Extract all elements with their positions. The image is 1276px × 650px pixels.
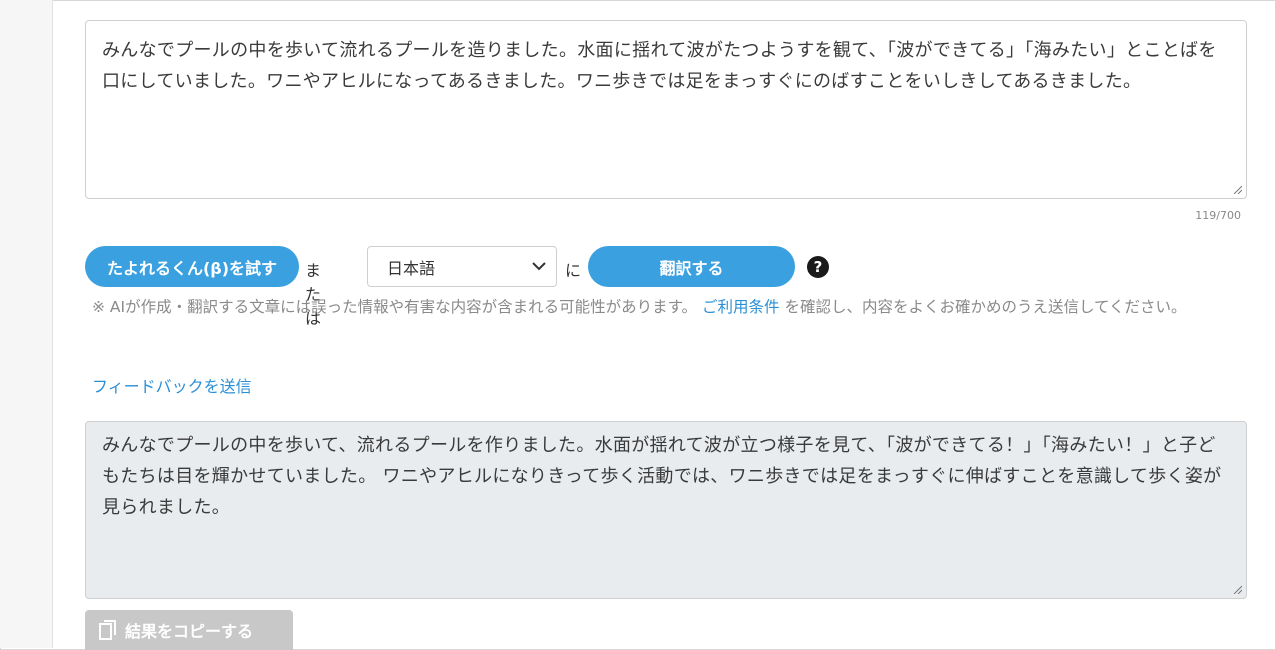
source-text: みんなでプールの中を歩いて流れるプールを造りました。水面に揺れて波がたつようすを… <box>102 40 1217 92</box>
terms-link[interactable]: ご利用条件 <box>702 298 780 316</box>
help-icon[interactable]: ? <box>807 256 829 278</box>
ni-label: に <box>565 261 582 280</box>
result-textarea[interactable]: みんなでプールの中を歩いて、流れるプールを作りました。水面が揺れて波が立つ様子を… <box>85 421 1247 599</box>
try-ai-button[interactable]: たよれるくん(β)を試す <box>85 246 299 287</box>
left-gutter <box>0 0 53 648</box>
copy-icon <box>99 620 116 640</box>
disclaimer-before: ※ AIが作成・翻訳する文章には誤った情報や有害な内容が含まれる可能性があります… <box>92 298 698 316</box>
ai-disclaimer: ※ AIが作成・翻訳する文章には誤った情報や有害な内容が含まれる可能性があります… <box>92 294 1242 321</box>
chevron-down-icon <box>532 262 546 271</box>
char-counter: 119/700 <box>1195 209 1241 222</box>
language-select[interactable]: 日本語 <box>367 246 557 287</box>
language-selected: 日本語 <box>387 258 436 278</box>
resize-grip-icon[interactable] <box>1232 584 1242 594</box>
source-textarea[interactable]: みんなでプールの中を歩いて流れるプールを造りました。水面に揺れて波がたつようすを… <box>85 20 1247 199</box>
feedback-link[interactable]: フィードバックを送信 <box>92 373 252 397</box>
copy-button-label: 結果をコピーする <box>125 622 254 641</box>
result-text: みんなでプールの中を歩いて、流れるプールを作りました。水面が揺れて波が立つ様子を… <box>102 435 1222 518</box>
disclaimer-after: を確認し、内容をよくお確かめのうえ送信してください。 <box>784 298 1187 316</box>
copy-result-button[interactable]: 結果をコピーする <box>85 610 293 650</box>
resize-grip-icon[interactable] <box>1232 184 1242 194</box>
translate-button[interactable]: 翻訳する <box>588 246 795 287</box>
